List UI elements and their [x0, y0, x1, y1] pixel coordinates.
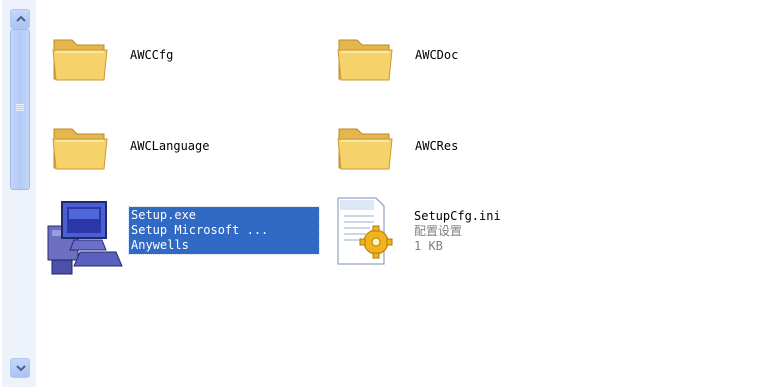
scroll-down-button[interactable] — [10, 358, 30, 378]
file-name: AWCLanguage — [130, 139, 210, 153]
file-description: Setup Microsoft ... — [131, 223, 269, 237]
selected-file-label: Setup.exe Setup Microsoft ... Anywells — [128, 206, 320, 255]
vertical-scrollbar[interactable] — [2, 0, 36, 387]
chevron-up-icon — [16, 15, 26, 22]
folder-icon — [337, 128, 393, 170]
file-item-awcres[interactable]: AWCRes — [335, 115, 535, 177]
computer-setup-icon — [47, 201, 123, 275]
file-item-setupcfg-ini[interactable]: SetupCfg.ini 配置设置 1 KB — [330, 192, 570, 272]
file-name: AWCRes — [415, 139, 459, 153]
file-item-awclanguage[interactable]: AWCLanguage — [50, 115, 270, 177]
file-name: SetupCfg.ini — [414, 209, 501, 223]
scroll-up-button[interactable] — [10, 9, 30, 29]
file-size: 1 KB — [414, 239, 443, 253]
folder-icon — [52, 39, 108, 81]
config-file-icon — [337, 197, 393, 265]
file-description: 配置设置 — [414, 224, 463, 238]
chevron-down-icon — [16, 365, 26, 372]
folder-icon — [337, 39, 393, 81]
file-item-awccfg[interactable]: AWCCfg — [50, 26, 250, 88]
file-name: Setup.exe — [131, 208, 197, 222]
file-item-setup-exe[interactable]: Setup.exe Setup Microsoft ... Anywells — [44, 198, 329, 278]
file-label: SetupCfg.ini 配置设置 1 KB — [414, 209, 501, 254]
file-item-awcdoc[interactable]: AWCDoc — [335, 26, 535, 88]
file-name: AWCCfg — [130, 48, 174, 62]
folder-icon — [52, 128, 108, 170]
file-company: Anywells — [131, 238, 189, 252]
file-name: AWCDoc — [415, 48, 459, 62]
scroll-thumb[interactable] — [10, 29, 30, 190]
